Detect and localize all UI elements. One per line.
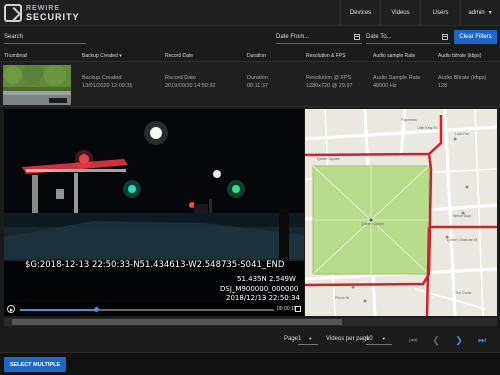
nav-videos[interactable]: Videos bbox=[380, 0, 420, 26]
scrollbar-thumb[interactable] bbox=[12, 319, 342, 325]
date-to-field[interactable]: Date To... bbox=[366, 30, 450, 44]
chevron-down-icon: ▼ bbox=[487, 10, 493, 16]
resolution-value: 1280x720 @ 29.97 bbox=[306, 83, 353, 89]
video-gps-overlay: $G:2018-12-13 22:50:33-N51.434613-W2.548… bbox=[25, 260, 285, 270]
table-header: Thumbnail Backup Created ▾ Record Date D… bbox=[0, 50, 500, 62]
calendar-icon[interactable] bbox=[442, 34, 448, 40]
resolution-cell: Resolution @ FPS 1280x720 @ 29.97 bbox=[306, 74, 353, 90]
map-label: Queen Square bbox=[361, 222, 384, 226]
map-panel[interactable]: Little King St Lock Pze Queen Square Que… bbox=[305, 109, 497, 316]
map-label: Papermks bbox=[401, 118, 417, 122]
last-page-icon[interactable]: ⏭ bbox=[475, 333, 489, 347]
first-page-icon[interactable]: ⏮ bbox=[406, 333, 420, 347]
map-label: Queen Square bbox=[317, 157, 340, 161]
col-backup-created[interactable]: Backup Created ▾ bbox=[82, 53, 122, 59]
col-record-date[interactable]: Record Date bbox=[165, 53, 193, 59]
page-select-value: 1 bbox=[298, 336, 302, 342]
user-name: admin bbox=[468, 10, 485, 16]
logo-mark-icon bbox=[4, 4, 22, 22]
nav-devices[interactable]: Devices bbox=[340, 0, 380, 26]
prev-page-icon[interactable]: ❮ bbox=[429, 333, 443, 347]
per-page-select[interactable]: 10 ▼ bbox=[366, 334, 392, 345]
per-page-select-value: 10 bbox=[366, 336, 373, 342]
audio-sample-rate-cell: Audio Sample Rate 48000 Hz bbox=[373, 74, 420, 90]
record-date-cell: Record Date 2019/09/30 14:50:32 bbox=[165, 74, 215, 90]
record-date-value: 2019/09/30 14:50:32 bbox=[165, 83, 216, 89]
date-to-placeholder: Date To... bbox=[366, 34, 392, 40]
play-icon[interactable] bbox=[7, 305, 15, 313]
map-canvas: Little King St Lock Pze Queen Square Que… bbox=[305, 109, 497, 316]
fullscreen-icon[interactable] bbox=[295, 306, 301, 312]
user-menu[interactable]: admin ▼ bbox=[460, 0, 500, 26]
map-label: Little King St bbox=[417, 126, 437, 130]
video-file-overlay: DSJ_M900000_000000 bbox=[220, 285, 299, 293]
page-label: Page bbox=[284, 336, 299, 342]
search-input[interactable]: Search bbox=[4, 30, 86, 44]
date-from-field[interactable]: Date From... bbox=[276, 30, 362, 44]
audio-sample-rate-value: 48000 Hz bbox=[373, 83, 397, 89]
resolution-label: Resolution @ FPS bbox=[306, 75, 352, 81]
filter-bar: Search Date From... Date To... Clear Fil… bbox=[0, 27, 500, 47]
video-thumbnail[interactable] bbox=[3, 65, 71, 105]
record-date-label: Record Date bbox=[165, 75, 196, 81]
video-player[interactable]: $G:2018-12-13 22:50:33-N51.434613-W2.548… bbox=[4, 109, 304, 316]
thumbnail-image bbox=[3, 65, 71, 105]
date-from-placeholder: Date From... bbox=[276, 34, 310, 40]
audio-bitrate-value: 128 bbox=[438, 83, 448, 89]
map-label: Queen Charlotte St bbox=[447, 238, 477, 242]
table-row[interactable]: Backup Created 13/01/2020 12:09:35 Recor… bbox=[0, 63, 500, 107]
sort-desc-icon: ▾ bbox=[119, 53, 122, 59]
video-current-time: 00:00:11 bbox=[277, 306, 297, 312]
duration-label: Duration bbox=[247, 75, 268, 81]
backup-created-value: 13/01/2020 12:09:35 bbox=[82, 83, 133, 89]
logo-text: REWIRE SECURITY bbox=[26, 5, 80, 22]
map-label: Prince St bbox=[335, 296, 349, 300]
rewire-security-logo[interactable]: REWIRE SECURITY bbox=[4, 3, 80, 23]
col-audio-sample-rate[interactable]: Audio sample Rate bbox=[373, 53, 415, 59]
col-resolution[interactable]: Resolution & FPS bbox=[306, 53, 345, 59]
audio-sample-rate-label: Audio Sample Rate bbox=[373, 75, 421, 81]
select-multiple-button[interactable]: SELECT MULTIPLE bbox=[4, 357, 66, 372]
col-backup-created-label: Backup Created bbox=[82, 53, 118, 59]
page-select[interactable]: 1 ▼ bbox=[298, 334, 318, 345]
video-seek-bar[interactable] bbox=[20, 307, 274, 312]
video-time-overlay: 2018/12/13 22:50:34 bbox=[226, 294, 301, 302]
clear-filters-button[interactable]: Clear Filters bbox=[454, 30, 497, 44]
chevron-down-icon: ▼ bbox=[381, 336, 386, 341]
seek-handle[interactable] bbox=[94, 307, 100, 312]
top-bar: REWIRE SECURITY Devices Videos Users adm… bbox=[0, 0, 500, 26]
audio-bitrate-cell: Audio Bitrate (kbps) 128 bbox=[438, 74, 486, 90]
backup-created-cell: Backup Created 13/01/2020 12:09:35 bbox=[82, 74, 132, 90]
logo-line2: SECURITY bbox=[26, 12, 80, 22]
per-page-label: Videos per page bbox=[326, 336, 370, 342]
calendar-icon[interactable] bbox=[354, 34, 360, 40]
video-coords-overlay: 51.435N 2.549W bbox=[237, 275, 296, 283]
backup-created-label: Backup Created bbox=[82, 75, 122, 81]
next-page-icon[interactable]: ❯ bbox=[452, 333, 466, 347]
duration-cell: Duration 00:11:37 bbox=[247, 74, 268, 90]
main-nav: Devices Videos Users admin ▼ bbox=[340, 0, 500, 26]
map-label: Welsh Back bbox=[453, 214, 472, 218]
horizontal-scrollbar[interactable] bbox=[4, 318, 497, 326]
col-duration[interactable]: Duration bbox=[247, 53, 266, 59]
seek-progress bbox=[20, 309, 97, 311]
bottom-bar: SELECT MULTIPLE bbox=[0, 352, 500, 375]
video-controls: 00:00:11 bbox=[4, 303, 304, 316]
pagination: Page 1 ▼ Videos per page 10 ▼ ⏮ ❮ ❯ ⏭ bbox=[0, 330, 500, 350]
col-audio-bitrate[interactable]: Audio bitrate (kbps) bbox=[438, 53, 481, 59]
duration-value: 00:11:37 bbox=[247, 83, 269, 89]
map-label: Lock Pze bbox=[455, 132, 469, 136]
nav-users[interactable]: Users bbox=[420, 0, 460, 26]
chevron-down-icon: ▼ bbox=[308, 336, 313, 341]
col-thumbnail[interactable]: Thumbnail bbox=[4, 53, 27, 59]
map-label: The Grove bbox=[455, 291, 472, 295]
audio-bitrate-label: Audio Bitrate (kbps) bbox=[438, 75, 487, 81]
